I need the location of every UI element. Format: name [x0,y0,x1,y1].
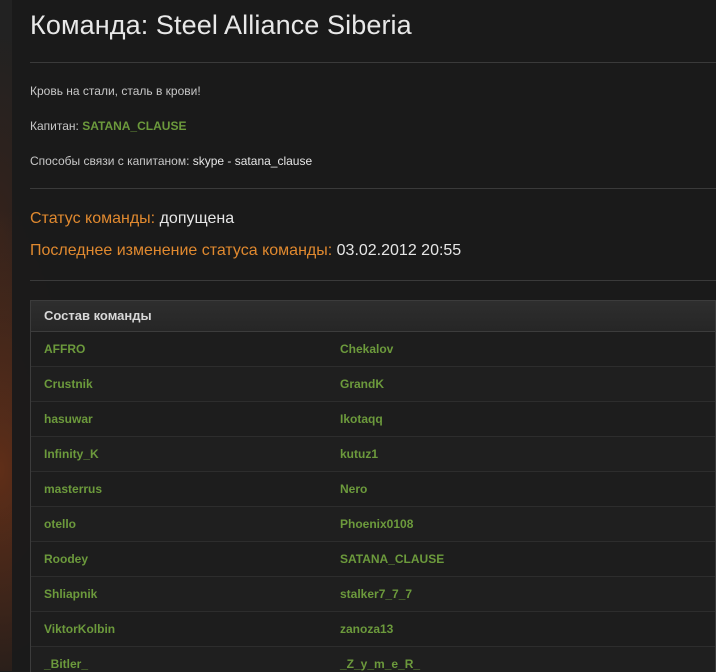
divider-middle [30,188,716,189]
player-link[interactable]: masterrus [44,472,102,506]
divider-top [30,62,716,63]
page-title: Команда: Steel Alliance Siberia [30,10,412,40]
status-changed-line: Последнее изменение статуса команды: 03.… [30,242,461,260]
player-link[interactable]: kutuz1 [340,437,378,471]
player-link[interactable]: Crustnik [44,367,93,401]
roster-row: masterrus Nero [31,472,715,507]
captain-line: Капитан: SATANA_CLAUSE [30,119,186,133]
divider-bottom [30,280,716,281]
player-link[interactable]: otello [44,507,76,541]
roster-row: ViktorKolbin zanoza13 [31,612,715,647]
roster-row: _Bitler_ _Z_y_m_e_R_ [31,647,715,672]
contact-label: Способы связи с капитаном: [30,154,190,168]
player-link[interactable]: Ikotaqq [340,402,383,436]
player-link[interactable]: stalker7_7_7 [340,577,412,611]
roster-row: Crustnik GrandK [31,367,715,402]
player-link[interactable]: SATANA_CLAUSE [340,542,444,576]
player-link[interactable]: Phoenix0108 [340,507,413,541]
player-link[interactable]: Infinity_K [44,437,99,471]
contact-line: Способы связи с капитаном: skype - satan… [30,154,312,168]
roster-header: Состав команды [31,301,715,332]
player-link[interactable]: _Z_y_m_e_R_ [340,647,420,672]
contact-value: skype - satana_clause [192,154,313,168]
player-link[interactable]: ViktorKolbin [44,612,115,646]
status-changed-label: Последнее изменение статуса команды: [30,242,333,259]
roster-row: Infinity_K kutuz1 [31,437,715,472]
captain-name-link[interactable]: SATANA_CLAUSE [82,119,186,133]
player-link[interactable]: Nero [340,472,367,506]
status-value: допущена [159,210,235,227]
roster-rows: AFFRO Chekalov Crustnik GrandK hasuwar I… [31,332,715,672]
player-link[interactable]: _Bitler_ [44,647,88,672]
team-motto: Кровь на стали, сталь в крови! [30,84,201,98]
roster-row: hasuwar Ikotaqq [31,402,715,437]
player-link[interactable]: Shliapnik [44,577,97,611]
captain-label: Капитан: [30,119,79,133]
roster-table: Состав команды AFFRO Chekalov Crustnik G… [30,300,716,672]
player-link[interactable]: hasuwar [44,402,93,436]
roster-row: Shliapnik stalker7_7_7 [31,577,715,612]
status-changed-value: 03.02.2012 20:55 [336,242,462,259]
player-link[interactable]: Chekalov [340,332,393,366]
roster-row: Roodey SATANA_CLAUSE [31,542,715,577]
status-label: Статус команды: [30,210,156,227]
player-link[interactable]: Roodey [44,542,88,576]
player-link[interactable]: zanoza13 [340,612,393,646]
roster-row: otello Phoenix0108 [31,507,715,542]
player-link[interactable]: AFFRO [44,332,85,366]
roster-row: AFFRO Chekalov [31,332,715,367]
status-line: Статус команды: допущена [30,210,234,228]
player-link[interactable]: GrandK [340,367,384,401]
